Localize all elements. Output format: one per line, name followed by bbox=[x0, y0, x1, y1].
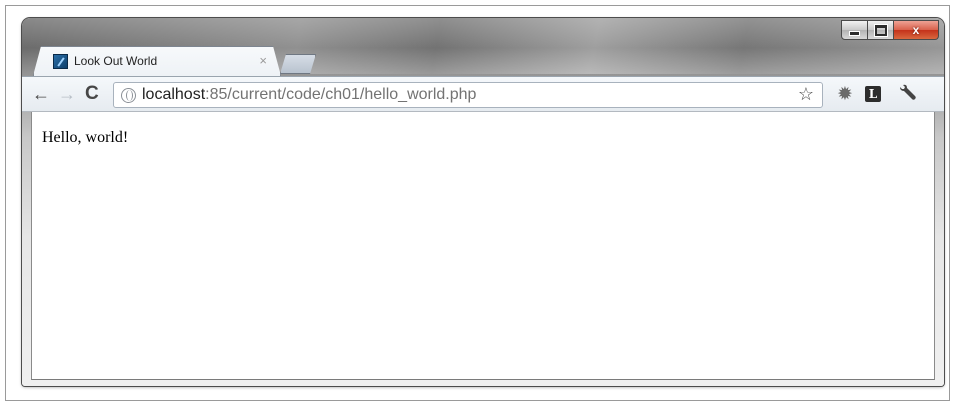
bookmark-star-icon[interactable]: ☆ bbox=[798, 84, 814, 105]
back-button[interactable]: ← bbox=[32, 83, 50, 105]
window-controls: x bbox=[841, 20, 939, 40]
address-bar[interactable]: localhost:85/current/code/ch01/hello_wor… bbox=[113, 82, 823, 108]
address-url: localhost:85/current/code/ch01/hello_wor… bbox=[142, 86, 476, 104]
extension-l-icon[interactable]: L bbox=[865, 86, 881, 102]
reload-button[interactable]: C bbox=[85, 83, 99, 105]
browser-window: x Look Out World × ← → C localhost:85/cu… bbox=[22, 18, 944, 386]
minimize-button[interactable] bbox=[841, 20, 868, 40]
forward-button[interactable]: → bbox=[58, 83, 76, 105]
close-icon: x bbox=[912, 23, 920, 37]
page-text: Hello, world! bbox=[42, 129, 129, 146]
site-favicon-icon bbox=[53, 53, 68, 69]
maximize-icon bbox=[874, 24, 887, 36]
globe-icon bbox=[121, 87, 136, 103]
address-path: :85/current/code/ch01/hello_world.php bbox=[205, 86, 477, 103]
page-viewport: Hello, world! bbox=[31, 112, 935, 380]
address-host: localhost bbox=[142, 86, 206, 103]
close-window-button[interactable]: x bbox=[894, 20, 939, 40]
maximize-button[interactable] bbox=[868, 20, 894, 40]
extension-gear-icon[interactable]: ✹ bbox=[837, 85, 853, 105]
tab-close-icon[interactable]: × bbox=[259, 53, 267, 68]
wrench-menu-icon[interactable] bbox=[899, 83, 917, 107]
wrench-icon bbox=[900, 84, 916, 100]
tab-content: Look Out World × bbox=[33, 46, 281, 76]
minimize-icon bbox=[849, 30, 860, 36]
toolbar: ← → C localhost:85/current/code/ch01/hel… bbox=[22, 76, 944, 112]
tab-title: Look Out World bbox=[74, 54, 158, 68]
new-tab-button[interactable] bbox=[280, 54, 316, 74]
